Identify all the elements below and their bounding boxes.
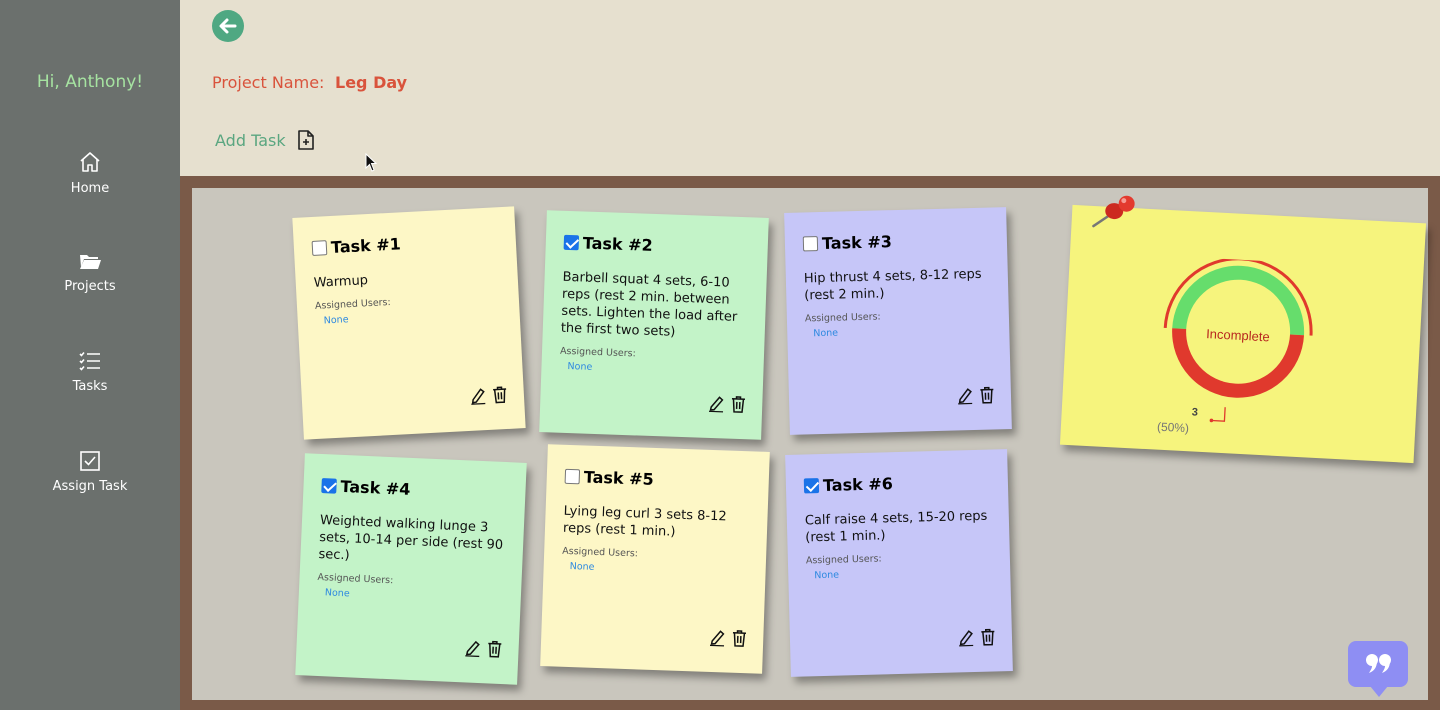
callout-percent-label: (50%) (1157, 420, 1190, 436)
sidebar-item-assign-task[interactable]: Assign Task (0, 450, 180, 494)
assigned-users-label: Assigned Users: (804, 311, 881, 325)
pushpin-icon (1092, 195, 1135, 228)
task-note-4[interactable]: Task #4 Weighted walking lunge 3 sets, 1… (295, 453, 527, 685)
callout-dot (1209, 418, 1214, 423)
assigned-users-value: None (567, 360, 593, 373)
sidebar-item-tasks[interactable]: Tasks (0, 350, 180, 394)
greeting: Hi, Anthony! (36, 72, 144, 92)
task-checkbox[interactable] (563, 234, 580, 251)
task-note-3[interactable]: Task #3 Hip thrust 4 sets, 8-12 reps (re… (784, 207, 1012, 435)
progress-donut-chart: Incomplete 3 (50%) (1157, 257, 1313, 436)
task-note-1[interactable]: Task #1 Warmup Assigned Users: None (292, 206, 526, 440)
task-checkbox[interactable] (564, 468, 581, 485)
task-checkbox[interactable] (802, 236, 819, 252)
task-description: Hip thrust 4 sets, 8-12 reps (rest 2 min… (803, 266, 982, 304)
callout-line (1211, 407, 1226, 422)
task-title: Task #3 (821, 232, 893, 253)
add-task-button[interactable]: Add Task (215, 129, 316, 151)
quote-icon (1366, 654, 1391, 673)
mouse-cursor-icon (365, 153, 378, 172)
arrow-left-icon (219, 18, 237, 34)
task-note-5[interactable]: Task #5 Lying leg curl 3 sets 8-12 reps … (540, 444, 770, 674)
sidebar-item-label: Assign Task (52, 479, 128, 494)
task-description: Calf raise 4 sets, 15-20 reps (rest 1 mi… (804, 508, 988, 546)
edit-icon[interactable] (709, 628, 726, 651)
project-name-value: Leg Day (335, 73, 408, 92)
list-icon (79, 351, 100, 371)
sidebar-item-label: Projects (64, 279, 116, 294)
task-title: Task #4 (340, 476, 411, 499)
project-name-label: Project Name: (212, 73, 325, 92)
edit-icon[interactable] (958, 628, 975, 650)
chat-bubble-button[interactable] (1348, 641, 1408, 697)
edit-icon[interactable] (464, 638, 481, 661)
progress-chart-note: Incomplete 3 (50%) (1059, 195, 1427, 464)
trash-icon[interactable] (979, 385, 996, 407)
edit-icon[interactable] (708, 394, 725, 417)
sidebar: Hi, Anthony! Home Projects Tasks Assign … (0, 0, 180, 710)
assigned-users-value: None (569, 560, 595, 573)
assigned-users-value: None (324, 586, 350, 600)
folder-icon (80, 255, 101, 269)
task-description: Barbell squat 4 sets, 6-10 reps (rest 2 … (560, 269, 738, 340)
task-description: Weighted walking lunge 3 sets, 10-14 per… (318, 512, 504, 564)
task-description: Lying leg curl 3 sets 8-12 reps (rest 1 … (562, 503, 727, 540)
assigned-users-label: Assigned Users: (562, 545, 639, 560)
edit-icon[interactable] (469, 386, 486, 409)
task-title: Task #1 (330, 234, 402, 257)
task-description: Warmup (313, 273, 369, 291)
trash-icon[interactable] (731, 629, 748, 652)
assigned-users-value: None (813, 327, 839, 340)
trash-icon[interactable] (491, 385, 508, 408)
sidebar-item-label: Home (70, 181, 110, 196)
trash-icon[interactable] (730, 395, 747, 418)
file-plus-icon (297, 130, 314, 150)
back-button[interactable] (212, 10, 244, 42)
assigned-users-value: None (814, 569, 840, 582)
callout-count-label: 3 (1192, 406, 1199, 418)
sidebar-item-projects[interactable]: Projects (0, 250, 180, 294)
assigned-users-label: Assigned Users: (559, 345, 636, 359)
task-checkbox[interactable] (321, 478, 337, 494)
task-note-2[interactable]: Task #2 Barbell squat 4 sets, 6-10 reps … (539, 210, 769, 440)
assigned-users-label: Assigned Users: (805, 553, 882, 567)
trash-icon[interactable] (980, 627, 997, 649)
home-icon (80, 152, 100, 172)
task-note-6[interactable]: Task #6 Calf raise 4 sets, 15-20 reps (r… (785, 449, 1013, 677)
edit-icon[interactable] (957, 386, 974, 408)
task-title: Task #5 (583, 467, 655, 489)
task-title: Task #2 (582, 233, 654, 255)
incomplete-segment-label: Incomplete (1206, 326, 1270, 344)
add-task-label: Add Task (215, 130, 286, 150)
sidebar-item-label: Tasks (72, 379, 108, 394)
sidebar-item-home[interactable]: Home (0, 150, 180, 196)
task-title: Task #6 (822, 474, 894, 495)
checkbox-icon (80, 451, 100, 471)
task-checkbox[interactable] (311, 240, 328, 256)
task-checkbox[interactable] (803, 478, 820, 494)
trash-icon[interactable] (486, 639, 503, 662)
